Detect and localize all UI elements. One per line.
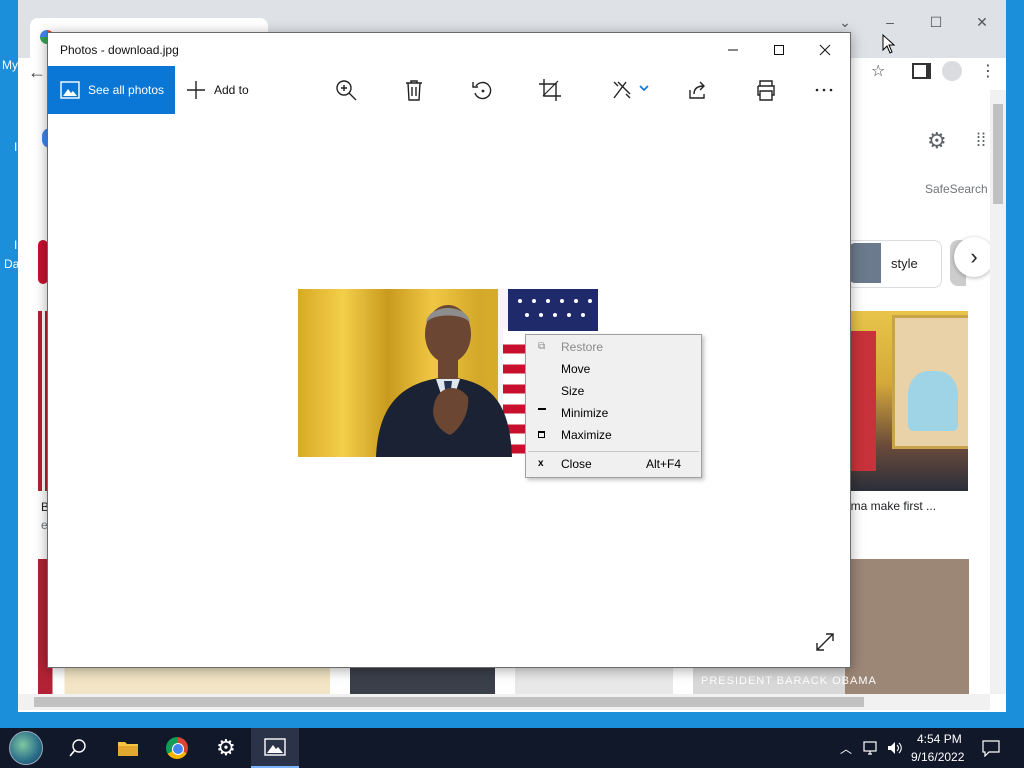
taskbar: ⚙ ︿ 4:54 PM 9/16/2022 bbox=[0, 728, 1024, 768]
minimize-icon bbox=[728, 49, 738, 50]
chrome-icon bbox=[166, 737, 188, 759]
chips-next-chevron-icon[interactable]: › bbox=[954, 237, 994, 277]
photos-toolbar: See all photos Add to bbox=[48, 66, 850, 114]
menu-item-restore[interactable]: ⧉ Restore bbox=[527, 336, 700, 358]
apps-grid-icon[interactable]: ⁞⁞ bbox=[976, 130, 986, 151]
bookmark-star-icon[interactable]: ☆ bbox=[871, 61, 885, 81]
taskbar-chrome[interactable] bbox=[153, 728, 201, 768]
menu-item-label: Minimize bbox=[561, 406, 609, 420]
photos-icon bbox=[60, 81, 80, 99]
network-icon[interactable] bbox=[862, 740, 880, 756]
profile-avatar-icon[interactable] bbox=[942, 61, 962, 81]
photos-title-bar[interactable]: Photos - download.jpg bbox=[48, 33, 850, 66]
maximize-icon bbox=[538, 431, 545, 438]
crop-icon[interactable] bbox=[538, 78, 562, 102]
menu-item-shortcut: Alt+F4 bbox=[646, 457, 682, 471]
close-icon[interactable]: ✕ bbox=[972, 12, 992, 32]
menu-item-move[interactable]: Move bbox=[527, 358, 700, 380]
clock-time[interactable]: 4:54 PM bbox=[917, 732, 962, 746]
maximize-button[interactable] bbox=[756, 33, 802, 66]
more-icon[interactable] bbox=[812, 78, 836, 102]
figure-red-dress bbox=[848, 331, 876, 471]
menu-separator bbox=[528, 451, 699, 452]
taskbar-photos[interactable] bbox=[251, 728, 299, 768]
show-hidden-icons-chevron-icon[interactable]: ︿ bbox=[840, 740, 852, 757]
maximize-icon bbox=[774, 44, 784, 55]
see-all-photos-label: See all photos bbox=[88, 83, 165, 97]
minimize-button[interactable] bbox=[710, 33, 756, 66]
maximize-icon[interactable]: ☐ bbox=[926, 12, 946, 32]
edit-icon[interactable] bbox=[610, 78, 634, 102]
desktop-icon-label: I bbox=[14, 140, 18, 154]
menu-item-minimize[interactable]: Minimize bbox=[527, 402, 700, 424]
close-button[interactable] bbox=[802, 33, 848, 66]
side-panel-icon[interactable] bbox=[912, 63, 931, 79]
safesearch-label[interactable]: SafeSearch bbox=[925, 182, 988, 196]
notifications-icon[interactable] bbox=[982, 740, 1000, 757]
start-button[interactable] bbox=[2, 728, 50, 768]
menu-item-size[interactable]: Size bbox=[527, 380, 700, 402]
clock-date[interactable]: 9/16/2022 bbox=[911, 750, 964, 764]
close-icon: x bbox=[538, 458, 544, 469]
chevron-down-icon[interactable] bbox=[639, 84, 649, 92]
expand-icon[interactable] bbox=[814, 631, 836, 653]
menu-item-close[interactable]: x Close Alt+F4 bbox=[527, 453, 700, 475]
portrait-dress bbox=[908, 371, 958, 431]
taskbar-settings[interactable]: ⚙ bbox=[202, 728, 250, 768]
print-icon[interactable] bbox=[754, 78, 778, 102]
scrollbar-thumb[interactable] bbox=[993, 104, 1003, 204]
add-icon bbox=[187, 81, 205, 99]
window-title: Photos - download.jpg bbox=[60, 43, 179, 57]
result-image-text: PRESIDENT BARACK OBAMA bbox=[701, 675, 877, 687]
vertical-scrollbar[interactable] bbox=[990, 90, 1006, 694]
search-icon bbox=[69, 739, 86, 757]
menu-icon[interactable]: ⋮ bbox=[980, 61, 996, 81]
delete-icon[interactable] bbox=[402, 78, 426, 102]
minimize-icon[interactable]: – bbox=[880, 12, 900, 32]
back-icon[interactable]: ← bbox=[28, 62, 46, 83]
menu-item-label: Size bbox=[561, 384, 585, 398]
horizontal-scrollbar[interactable] bbox=[18, 694, 990, 710]
settings-gear-icon[interactable]: ⚙ bbox=[927, 128, 947, 154]
minimize-icon bbox=[538, 408, 546, 410]
search-button[interactable] bbox=[54, 728, 102, 768]
taskbar-file-explorer[interactable] bbox=[104, 728, 152, 768]
result-thumbnail[interactable] bbox=[848, 311, 968, 491]
desktop-icon-label: My bbox=[2, 58, 18, 72]
menu-item-maximize[interactable]: Maximize bbox=[527, 424, 700, 446]
add-to-label: Add to bbox=[214, 83, 249, 97]
zoom-in-icon[interactable] bbox=[334, 78, 358, 102]
rotate-icon[interactable] bbox=[470, 78, 494, 102]
tab-search-icon[interactable]: ⌄ bbox=[835, 12, 855, 32]
add-to-button[interactable]: Add to bbox=[186, 78, 249, 102]
result-caption[interactable]: ama make first ... bbox=[844, 499, 936, 513]
restore-icon: ⧉ bbox=[538, 341, 546, 352]
window-system-menu: ⧉ Restore Move Size Minimize Maximize x … bbox=[525, 334, 702, 478]
menu-item-label: Move bbox=[561, 362, 591, 376]
volume-icon[interactable] bbox=[886, 740, 904, 756]
result-thumbnail[interactable] bbox=[350, 665, 495, 694]
see-all-photos-button[interactable]: See all photos bbox=[48, 66, 175, 114]
scrollbar-thumb[interactable] bbox=[34, 697, 864, 707]
chip-label: style bbox=[891, 256, 918, 271]
share-icon[interactable] bbox=[686, 78, 710, 102]
close-icon bbox=[819, 44, 831, 55]
start-orb-icon bbox=[9, 731, 43, 765]
result-thumbnail[interactable] bbox=[515, 665, 673, 694]
desktop-icon-label: I bbox=[14, 238, 18, 252]
photos-window: Photos - download.jpg See all photos Add… bbox=[47, 32, 851, 668]
gear-icon: ⚙ bbox=[216, 735, 236, 760]
menu-item-label: Close bbox=[561, 457, 592, 471]
chip-style[interactable]: style bbox=[846, 240, 942, 288]
menu-item-label: Restore bbox=[561, 340, 604, 354]
menu-item-label: Maximize bbox=[561, 428, 612, 442]
mouse-cursor-icon bbox=[882, 34, 896, 54]
folder-icon bbox=[118, 742, 138, 756]
photos-icon bbox=[264, 738, 286, 756]
chip-thumbnail bbox=[849, 243, 881, 283]
